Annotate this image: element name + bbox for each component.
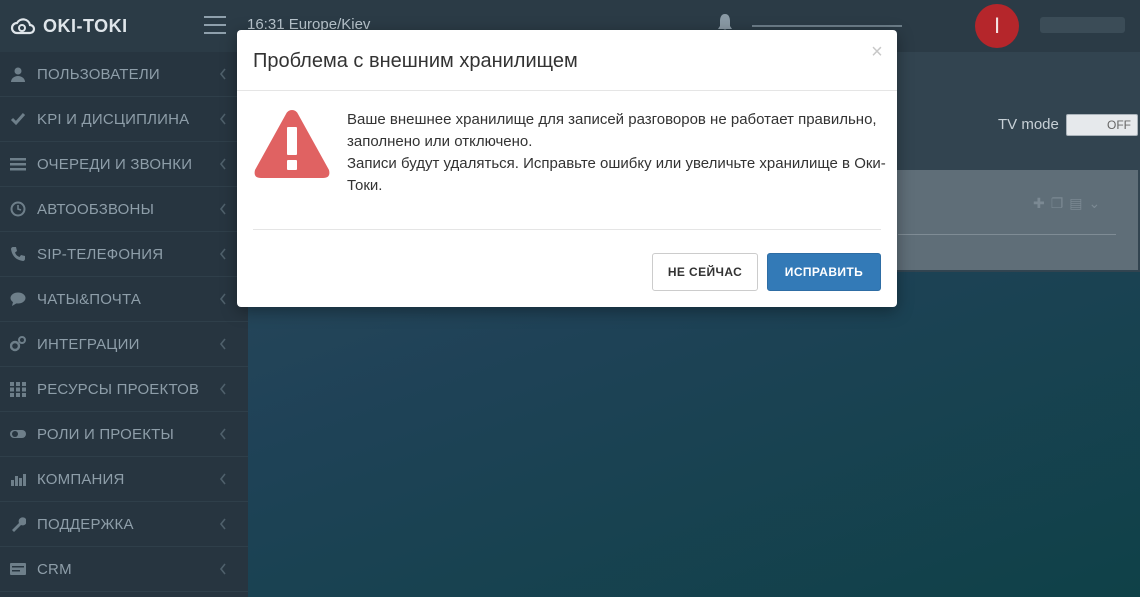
sidebar-item-label: ПОДДЕРЖКА [37,515,134,533]
chevron-left-icon [219,293,226,305]
phone-icon [8,246,28,262]
dialog-message: Ваше внешнее хранилище для записей разго… [347,109,887,197]
sidebar-item-users[interactable]: ПОЛЬЗОВАТЕЛИ [0,52,248,97]
gears-icon [8,336,28,352]
sidebar-item-label: ИНТЕГРАЦИИ [37,335,140,353]
logo-text: OKI-TOKI [43,15,128,36]
panel-toolbar[interactable]: ✚❐▤⌄ [1033,195,1106,212]
dialog-title: Проблема с внешним хранилищем [253,50,578,72]
toggle-icon [8,426,28,442]
sidebar-item-resources[interactable]: РЕСУРСЫ ПРОЕКТОВ [0,367,248,412]
chevron-left-icon [219,383,226,395]
chevron-left-icon [219,158,226,170]
sidebar-item-kpi[interactable]: KPI И ДИСЦИПЛИНА [0,97,248,142]
status-indicator [752,25,902,27]
sidebar: ПОЛЬЗОВАТЕЛИ KPI И ДИСЦИПЛИНА ОЧЕРЕДИ И … [0,52,248,597]
sidebar-item-label: ПОЛЬЗОВАТЕЛИ [37,65,160,83]
chevron-left-icon [219,563,226,575]
chevron-left-icon [219,248,226,260]
card-icon [8,561,28,577]
delete-icon[interactable]: ▤ [1069,195,1088,211]
sidebar-item-autodial[interactable]: АВТООБЗВОНЫ [0,187,248,232]
sidebar-item-label: РОЛИ И ПРОЕКТЫ [37,425,175,443]
sidebar-item-chats[interactable]: ЧАТЫ&ПОЧТА [0,277,248,322]
not-now-button[interactable]: НЕ СЕЙЧАС [652,253,758,291]
warning-icon [254,110,330,178]
menu-toggle-icon[interactable] [204,16,226,34]
fix-button[interactable]: ИСПРАВИТЬ [767,253,881,291]
cloud-logo-icon [10,18,36,35]
user-avatar[interactable]: I [975,4,1019,48]
wrench-icon [8,516,28,532]
chevron-left-icon [219,518,226,530]
sidebar-item-label: АВТООБЗВОНЫ [37,200,155,218]
chevron-left-icon [219,473,226,485]
chevron-left-icon [219,428,226,440]
sidebar-item-support[interactable]: ПОДДЕРЖКА [0,502,248,547]
sidebar-item-label: ЧАТЫ&ПОЧТА [37,290,142,308]
add-icon[interactable]: ✚ [1033,195,1051,211]
chat-icon [8,291,28,307]
chevron-left-icon [219,113,226,125]
sidebar-item-queues[interactable]: ОЧЕРЕДИ И ЗВОНКИ [0,142,248,187]
chevron-left-icon [219,68,226,80]
sidebar-item-label: CRM [37,560,72,578]
sidebar-item-label: РЕСУРСЫ ПРОЕКТОВ [37,380,200,398]
tv-toggle-state: OFF [1107,118,1131,132]
panel-divider [898,234,1116,235]
message-line-2: Записи будут удаляться. Исправьте ошибку… [347,155,886,194]
sidebar-item-label: SIP-ТЕЛЕФОНИЯ [37,245,164,263]
user-icon [8,66,28,82]
sidebar-item-integrations[interactable]: ИНТЕГРАЦИИ [0,322,248,367]
sidebar-item-label: ОЧЕРЕДИ И ЗВОНКИ [37,155,193,173]
close-icon[interactable]: × [867,41,887,63]
sidebar-item-label: KPI И ДИСЦИПЛИНА [37,110,190,128]
copy-icon[interactable]: ❐ [1051,195,1070,211]
storage-warning-dialog: Проблема с внешним хранилищем × Ваше вне… [237,30,897,307]
dialog-divider [253,229,881,230]
bar-chart-icon [8,471,28,487]
user-menu[interactable] [1040,17,1125,33]
chevron-down-icon[interactable]: ⌄ [1089,195,1107,211]
chevron-left-icon [219,203,226,215]
sidebar-item-company[interactable]: КОМПАНИЯ [0,457,248,502]
grid-icon [8,381,28,397]
check-icon [8,111,28,127]
tv-mode-label: TV mode [998,116,1059,133]
tv-mode-toggle[interactable]: OFF [1066,114,1138,136]
sidebar-item-crm[interactable]: CRM [0,547,248,592]
list-icon [8,156,28,172]
chevron-left-icon [219,338,226,350]
sidebar-item-label: КОМПАНИЯ [37,470,125,488]
clock-icon [8,201,28,217]
dialog-header: Проблема с внешним хранилищем × [237,30,897,91]
sidebar-item-roles[interactable]: РОЛИ И ПРОЕКТЫ [0,412,248,457]
sidebar-item-sip[interactable]: SIP-ТЕЛЕФОНИЯ [0,232,248,277]
message-line-1: Ваше внешнее хранилище для записей разго… [347,111,877,150]
app-logo[interactable]: OKI-TOKI [10,0,128,52]
